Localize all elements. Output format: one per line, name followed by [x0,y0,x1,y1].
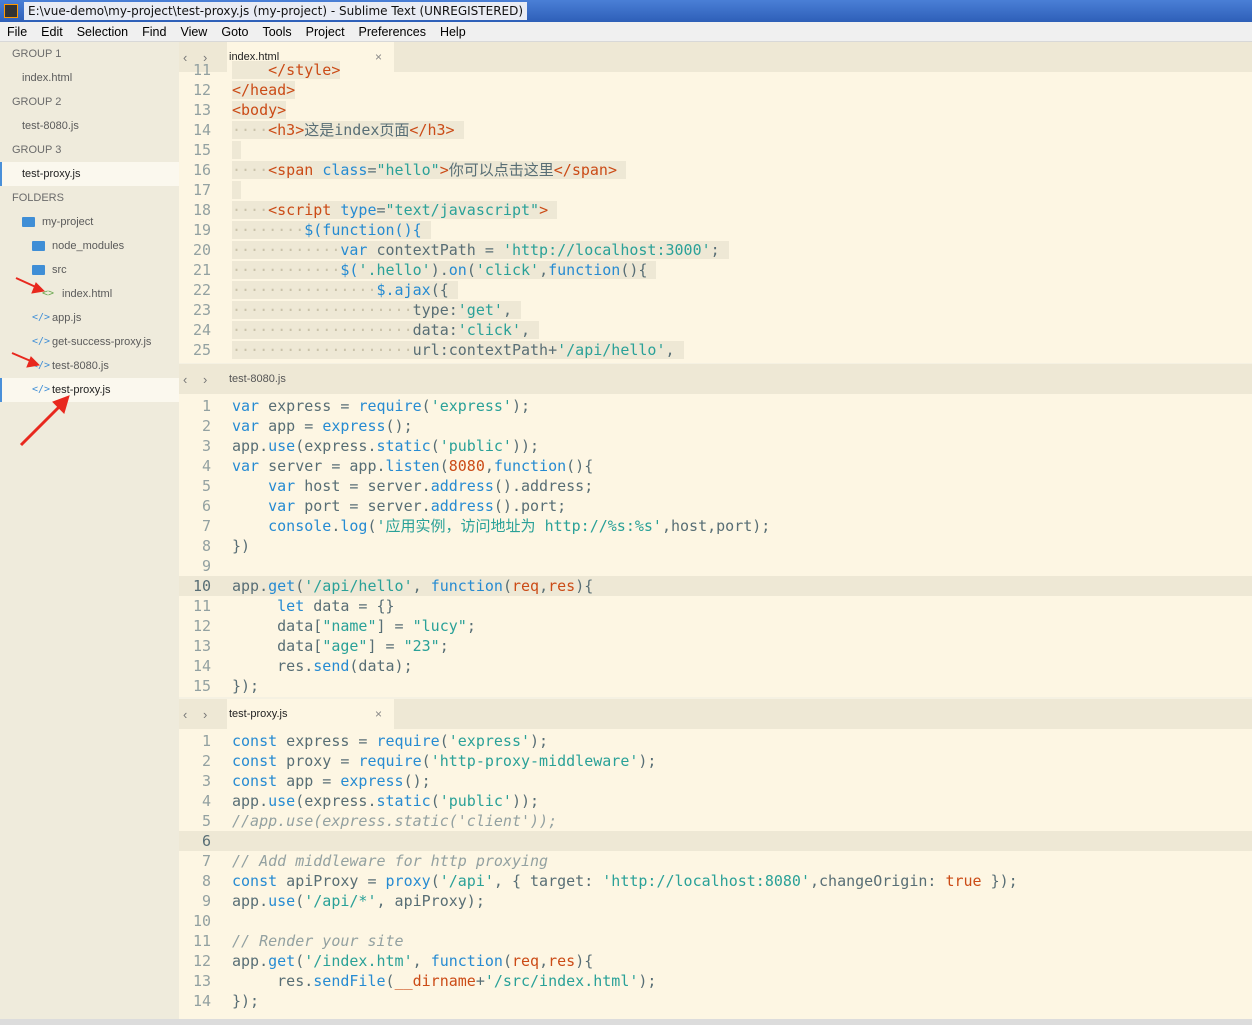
folder-label: node_modules [52,240,125,252]
folder-my-project[interactable]: my-project [0,210,179,234]
code-file-icon: </> [32,384,51,395]
title-bar: E:\vue-demo\my-project\test-proxy.js (my… [0,0,1252,22]
tab-label: test-proxy.js [229,708,288,720]
sidebar: GROUP 1 index.html GROUP 2 test-8080.js … [0,42,179,1025]
menu-help[interactable]: Help [433,25,473,39]
tab-label: test-8080.js [229,373,286,385]
tab-nav-arrows[interactable]: ‹ › [179,372,227,387]
code-view[interactable]: 11 </style> 12 </head> 13 <body> 14 ····<h3… [179,60,1252,360]
folder-label: my-project [42,216,94,228]
file-label: app.js [52,312,82,324]
menu-file[interactable]: File [0,25,34,39]
editor-pane-index-html: ‹ › index.html × 11 </style> 12 </head> 1… [179,42,1252,363]
folders-header: FOLDERS [12,192,64,204]
folder-open-icon [32,265,45,275]
code-file-icon: </> [32,336,51,347]
tree-file-get-success-proxy-js[interactable]: </> get-success-proxy.js [0,330,179,354]
file-label: test-8080.js [52,360,109,372]
close-icon[interactable]: × [375,699,382,729]
status-bar [0,1019,1252,1025]
code-view[interactable]: 1 const express = require('express'); 2 co… [179,731,1252,1011]
menu-edit[interactable]: Edit [34,25,70,39]
tab-test-proxy-js[interactable]: test-proxy.js × [227,699,394,729]
code-file-icon: <> [42,288,55,299]
group-3-file[interactable]: test-proxy.js [0,162,179,186]
editor-pane-test-8080-js: ‹ › test-8080.js 1 var express = require(… [179,364,1252,697]
tab-bar: ‹ › test-8080.js [179,364,1252,394]
group-1-file[interactable]: index.html [0,66,179,90]
menu-find[interactable]: Find [135,25,173,39]
sublime-app-icon [4,4,18,18]
tab-nav-arrows[interactable]: ‹ › [179,707,227,722]
tree-file-app-js[interactable]: </> app.js [0,306,179,330]
file-label: test-proxy.js [52,384,111,396]
folder-label: src [52,264,67,276]
window-title: E:\vue-demo\my-project\test-proxy.js (my… [24,2,528,20]
folder-icon [32,241,45,251]
menu-project[interactable]: Project [299,25,352,39]
code-view[interactable]: 1 var express = require('express'); 2 var … [179,396,1252,696]
group-3-header: GROUP 3 [12,144,62,156]
tab-bar: ‹ › test-proxy.js × [179,699,1252,729]
group-2-file[interactable]: test-8080.js [0,114,179,138]
menu-selection[interactable]: Selection [70,25,135,39]
folder-src[interactable]: src [0,258,179,282]
menu-preferences[interactable]: Preferences [352,25,433,39]
menu-tools[interactable]: Tools [255,25,298,39]
menu-view[interactable]: View [173,25,214,39]
code-file-icon: </> [32,312,51,323]
tab-test-8080-js[interactable]: test-8080.js [227,364,394,394]
tree-file-test-proxy-js[interactable]: </> test-proxy.js [0,378,179,402]
tree-file-test-8080-js[interactable]: </> test-8080.js [0,354,179,378]
menu-goto[interactable]: Goto [214,25,255,39]
menu-bar: File Edit Selection Find View Goto Tools… [0,22,1252,42]
group-2-header: GROUP 2 [12,96,62,108]
code-file-icon: </> [32,360,51,371]
folder-node-modules[interactable]: node_modules [0,234,179,258]
group-1-header: GROUP 1 [12,48,62,60]
editor-pane-test-proxy-js: ‹ › test-proxy.js × 1 const express = req… [179,699,1252,1019]
folder-open-icon [22,217,35,227]
file-label: get-success-proxy.js [52,336,152,348]
tree-file-src-index-html[interactable]: <> index.html [0,282,179,306]
file-label: index.html [62,288,113,300]
